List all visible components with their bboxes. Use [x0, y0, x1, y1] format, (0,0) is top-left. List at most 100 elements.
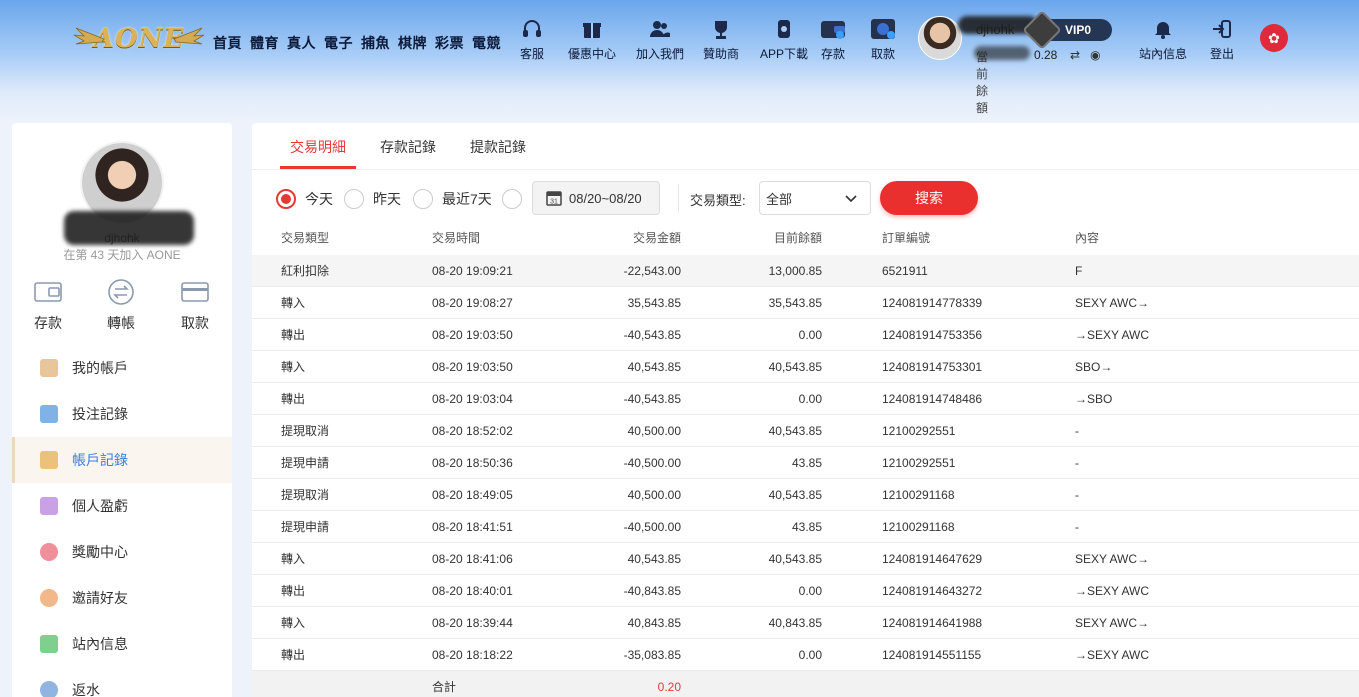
nav-messages-label: 站內信息 — [1139, 47, 1188, 61]
nav-promotions[interactable]: 優惠中心 — [568, 18, 616, 62]
cell-amount: 40,500.00 — [627, 488, 681, 502]
cell-content: - — [1075, 424, 1079, 438]
nav-logout[interactable]: 登出 — [1210, 18, 1234, 62]
tab-deposits[interactable]: 存款記錄 — [370, 123, 446, 169]
sidebar-item-label: 返水 — [72, 682, 100, 697]
cell-type: 提現取消 — [281, 488, 330, 502]
users-icon — [649, 18, 671, 40]
table-row: 提現取消 08-20 18:52:02 40,500.00 40,543.85 1210… — [252, 415, 1359, 447]
cell-content: F — [1075, 264, 1083, 278]
cell-balance: 0.00 — [798, 584, 822, 598]
bet-record-icon — [40, 405, 58, 423]
cell-time: 08-20 18:49:05 — [432, 488, 513, 502]
sidebar-item-label: 個人盈虧 — [72, 498, 128, 514]
cell-type: 轉出 — [281, 392, 306, 406]
filter-bar: 今天 昨天 最近7天 31 08/20~08/20 交易類型: 全部 搜索 — [276, 180, 1359, 216]
nav-join-us-label: 加入我們 — [636, 47, 685, 61]
cell-order-id: 124081914753356 — [882, 328, 983, 342]
radio-circle — [276, 189, 296, 209]
sidebar-item-rewards[interactable]: 獎勵中心 — [12, 529, 232, 575]
radio-yesterday[interactable]: 昨天 — [344, 189, 401, 209]
cell-order-id: 124081914753301 — [882, 360, 983, 374]
rebate-icon — [40, 681, 58, 697]
logo[interactable]: AONE — [73, 20, 205, 58]
sidebar-item-invite[interactable]: 邀請好友 — [12, 575, 232, 621]
sidebar-item-account-record[interactable]: 帳戶記錄 — [12, 437, 232, 483]
cell-amount: -35,083.85 — [623, 648, 681, 662]
nav-fishing[interactable]: 捕魚 — [361, 33, 390, 53]
sidebar-item-label: 站內信息 — [72, 636, 128, 652]
wing-icon — [73, 27, 105, 45]
nav-support[interactable]: 客服 — [520, 18, 544, 62]
invite-icon — [40, 589, 58, 607]
table-row: 轉出 08-20 19:03:50 -40,543.85 0.00 1240819147… — [252, 319, 1359, 351]
nav-home[interactable]: 首頁 — [213, 33, 242, 53]
cell-order-id: 124081914641988 — [882, 616, 983, 630]
sidebar-item-my-account[interactable]: 我的帳戶 — [12, 345, 232, 391]
radio-last-7-days[interactable]: 最近7天 — [413, 189, 492, 209]
tab-withdrawals[interactable]: 提款記錄 — [460, 123, 536, 169]
quick-deposit[interactable]: 存款 — [18, 279, 78, 333]
table-row: 轉入 08-20 19:08:27 35,543.85 35,543.85 124081… — [252, 287, 1359, 319]
sidebar-menu: 我的帳戶 投注記錄 帳戶記錄 個人盈虧 獎勵中心 邀請好友 站內信息 返水 — [12, 345, 232, 697]
cell-order-id: 124081914748486 — [882, 392, 983, 406]
nav-withdraw[interactable]: 取款 — [870, 18, 896, 62]
sidebar-item-profit-loss[interactable]: 個人盈虧 — [12, 483, 232, 529]
nav-live[interactable]: 真人 — [287, 33, 316, 53]
column-header: 交易類型 — [281, 231, 330, 245]
cell-content: SEXY AWC→ — [1075, 552, 1150, 566]
quick-transfer[interactable]: 轉帳 — [91, 279, 151, 333]
cell-time: 08-20 18:40:01 — [432, 584, 513, 598]
nav-slots[interactable]: 電子 — [324, 33, 353, 53]
top-header: AONE 首頁 體育 真人 電子 捕魚 棋牌 彩票 電競 客服 優惠中心 加入我… — [0, 0, 1359, 123]
nav-promotions-label: 優惠中心 — [568, 47, 617, 61]
redaction-mark — [974, 46, 1030, 60]
cell-amount: -22,543.00 — [623, 264, 681, 278]
divider — [252, 169, 1359, 170]
type-select[interactable]: 全部 — [759, 181, 871, 215]
headset-icon — [521, 18, 543, 40]
cell-balance: 40,843.85 — [768, 616, 822, 630]
radio-circle — [413, 189, 433, 209]
avatar[interactable] — [918, 16, 962, 60]
cell-content: →SEXY AWC — [1075, 328, 1150, 342]
cell-balance: 0.00 — [798, 328, 822, 342]
sidebar-item-bet-record[interactable]: 投注記錄 — [12, 391, 232, 437]
cell-amount: 40,843.85 — [627, 616, 681, 630]
nav-deposit[interactable]: 存款 — [820, 18, 846, 62]
wallet-icon — [33, 279, 63, 305]
search-button[interactable]: 搜索 — [880, 181, 978, 215]
cell-amount: 40,543.85 — [627, 552, 681, 566]
nav-esports[interactable]: 電競 — [472, 33, 501, 53]
nav-join-us[interactable]: 加入我們 — [636, 18, 684, 62]
cell-balance: 40,543.85 — [768, 424, 822, 438]
date-range-field[interactable]: 31 08/20~08/20 — [532, 181, 660, 215]
nav-sponsors[interactable]: 贊助商 — [703, 18, 739, 62]
table-body: 紅利扣除 08-20 19:09:21 -22,543.00 13,000.85 652… — [252, 255, 1359, 671]
nav-app-download[interactable]: APP下載 — [760, 18, 808, 62]
transaction-table: 交易類型 交易時間 交易金額 目前餘額 訂單編號 內容 紅利扣除 08-20 19… — [252, 226, 1359, 697]
quick-withdraw[interactable]: 取款 — [165, 279, 225, 333]
svg-text:31: 31 — [550, 199, 558, 206]
cell-time: 08-20 19:03:50 — [432, 328, 513, 342]
nav-lottery[interactable]: 彩票 — [435, 33, 464, 53]
eye-icon[interactable]: ◉ — [1090, 48, 1100, 62]
card-icon — [180, 279, 210, 305]
radio-label: 最近7天 — [442, 191, 492, 207]
sidebar-item-rebate[interactable]: 返水 — [12, 667, 232, 697]
column-header: 訂單編號 — [882, 231, 931, 245]
quick-transfer-label: 轉帳 — [107, 315, 135, 331]
table-row: 轉出 08-20 18:40:01 -40,843.85 0.00 1240819146… — [252, 575, 1359, 607]
nav-deposit-label: 存款 — [820, 47, 845, 61]
tab-transactions[interactable]: 交易明細 — [280, 123, 356, 169]
hong-kong-flag-icon[interactable]: ✿ — [1260, 24, 1288, 52]
nav-sports[interactable]: 體育 — [250, 33, 279, 53]
sidebar-item-messages[interactable]: 站內信息 — [12, 621, 232, 667]
message-icon — [40, 635, 58, 653]
radio-today[interactable]: 今天 — [276, 189, 333, 209]
nav-chess[interactable]: 棋牌 — [398, 33, 427, 53]
nav-messages[interactable]: 站內信息 — [1139, 18, 1187, 62]
refresh-icon[interactable]: ⇄ — [1070, 48, 1080, 62]
cell-content: SBO→ — [1075, 360, 1113, 374]
radio-custom[interactable] — [502, 189, 531, 209]
